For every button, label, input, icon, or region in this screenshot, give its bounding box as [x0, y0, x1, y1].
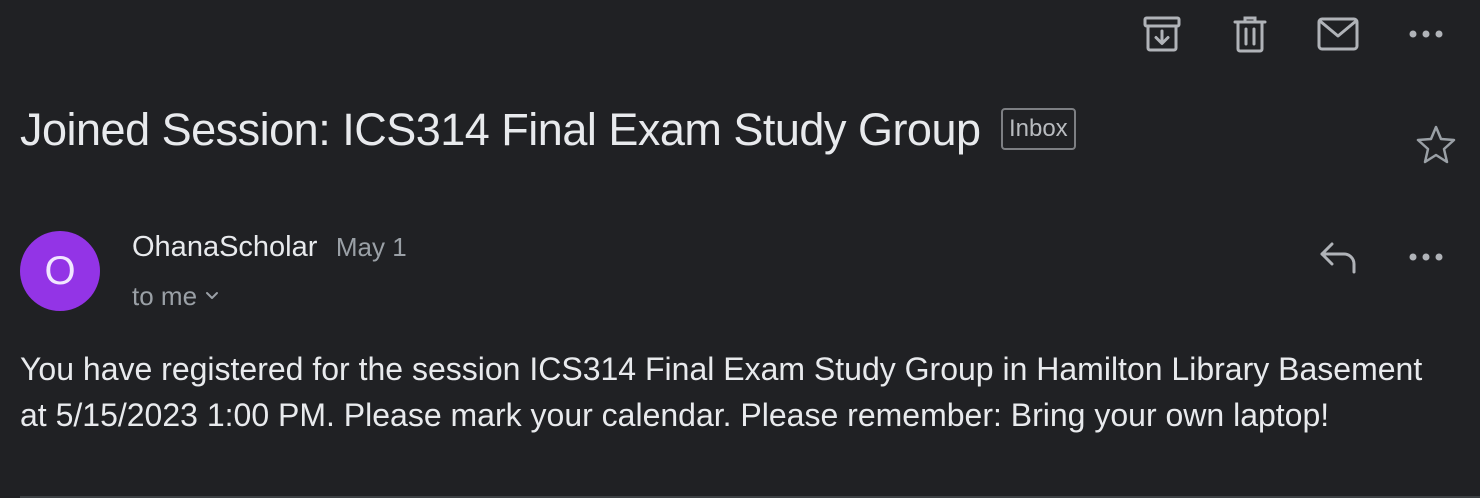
email-subject: Joined Session: ICS314 Final Exam Study …: [20, 104, 981, 155]
mark-unread-button[interactable]: [1314, 12, 1362, 56]
recipient-label: to me: [132, 281, 198, 311]
chevron-down-icon: [206, 292, 219, 299]
sender-info: OhanaScholar May 1 to me: [132, 225, 407, 318]
sender-avatar[interactable]: O: [20, 231, 100, 311]
email-body: You have registered for the session ICS3…: [20, 351, 1423, 433]
delete-icon: [1233, 16, 1267, 53]
reply-icon: [1320, 242, 1356, 274]
message-more-button[interactable]: [1402, 235, 1450, 279]
recipient-details-toggle[interactable]: to me: [132, 274, 219, 318]
subject-row: Joined Session: ICS314 Final Exam Study …: [20, 100, 1460, 164]
archive-icon: [1143, 16, 1181, 52]
email-date: May 1: [335, 232, 407, 262]
mark-unread-icon: [1317, 17, 1359, 51]
email-toolbar: [1098, 12, 1450, 56]
sender-row: O OhanaScholar May 1 to me: [20, 225, 1460, 315]
star-icon: [1416, 125, 1456, 164]
sender-name[interactable]: OhanaScholar: [132, 231, 317, 263]
message-actions: [1274, 235, 1450, 279]
delete-button[interactable]: [1226, 12, 1274, 56]
archive-button[interactable]: [1138, 12, 1186, 56]
more-options-button[interactable]: [1402, 12, 1450, 56]
more-icon: [1409, 30, 1443, 38]
star-button[interactable]: [1412, 120, 1460, 168]
more-icon: [1409, 253, 1443, 261]
reply-button[interactable]: [1314, 235, 1362, 279]
inbox-label[interactable]: Inbox: [1000, 108, 1076, 150]
